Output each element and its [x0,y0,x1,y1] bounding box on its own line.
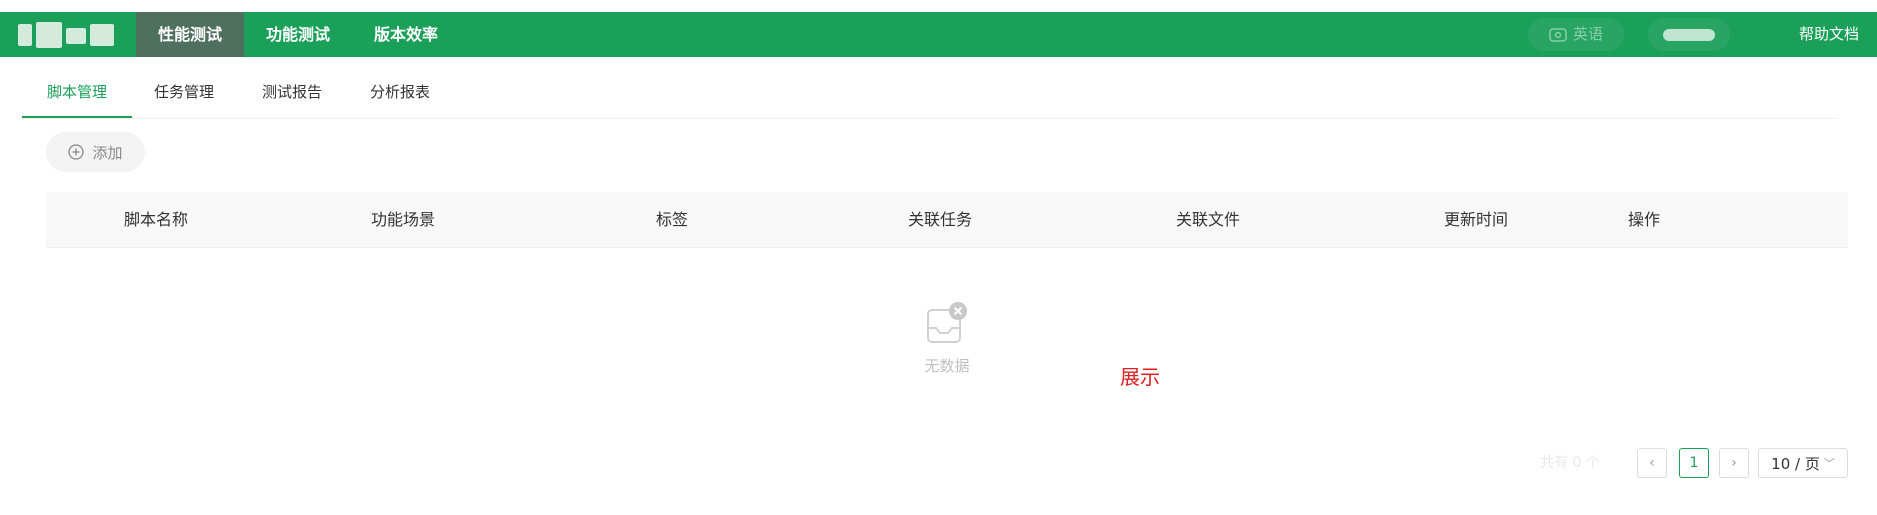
user-menu[interactable] [1648,18,1730,51]
page-number-current[interactable]: 1 [1679,448,1709,478]
tab-task-management[interactable]: 任务管理 [154,70,214,118]
user-avatar [1663,28,1715,41]
column-header-scenario: 功能场景 [371,210,436,229]
top-navbar: 性能测试 功能测试 版本效率 英语 帮助文档 [0,12,1877,57]
language-icon [1549,27,1567,42]
nav-version-efficiency[interactable]: 版本效率 [362,12,450,57]
column-header-linked-files: 关联文件 [1176,210,1241,229]
chevron-left-icon: ‹ [1649,455,1655,471]
language-switch[interactable]: 英语 [1528,18,1624,51]
add-button-label: 添加 [92,143,123,162]
column-header-updated-time: 更新时间 [1444,210,1509,229]
app-logo[interactable] [18,20,116,50]
column-header-linked-tasks: 关联任务 [908,210,973,229]
plus-circle-icon [68,144,85,160]
empty-state-icon [920,300,972,352]
prev-page-button[interactable]: ‹ [1637,448,1667,478]
column-header-actions: 操作 [1628,210,1661,229]
tab-test-report[interactable]: 测试报告 [262,70,322,118]
tab-script-management[interactable]: 脚本管理 [22,70,132,118]
tab-analysis-report[interactable]: 分析报表 [370,70,430,118]
next-page-button[interactable]: › [1719,448,1749,478]
add-button[interactable]: 添加 [46,132,145,172]
page-size-select[interactable]: 10 / 页 ﹀ [1758,448,1848,478]
nav-performance-test[interactable]: 性能测试 [136,12,244,57]
empty-state-text: 无数据 [924,357,970,375]
language-label: 英语 [1572,25,1603,43]
chevron-right-icon: › [1731,455,1737,471]
table-header: 脚本名称 功能场景 标签 关联任务 关联文件 更新时间 操作 [46,192,1848,248]
annotation-text: 展示 [1120,365,1160,389]
chevron-down-icon: ﹀ [1823,457,1835,470]
column-header-script-name: 脚本名称 [124,210,189,229]
nav-functional-test[interactable]: 功能测试 [254,12,342,57]
column-header-tags: 标签 [656,210,689,229]
sub-tabs: 脚本管理 任务管理 测试报告 分析报表 [22,70,1837,119]
pagination-total: 共有 0 个 [1540,455,1600,471]
page-size-value: 10 / 页 [1771,454,1820,473]
help-docs-link[interactable]: 帮助文档 [1799,12,1859,57]
